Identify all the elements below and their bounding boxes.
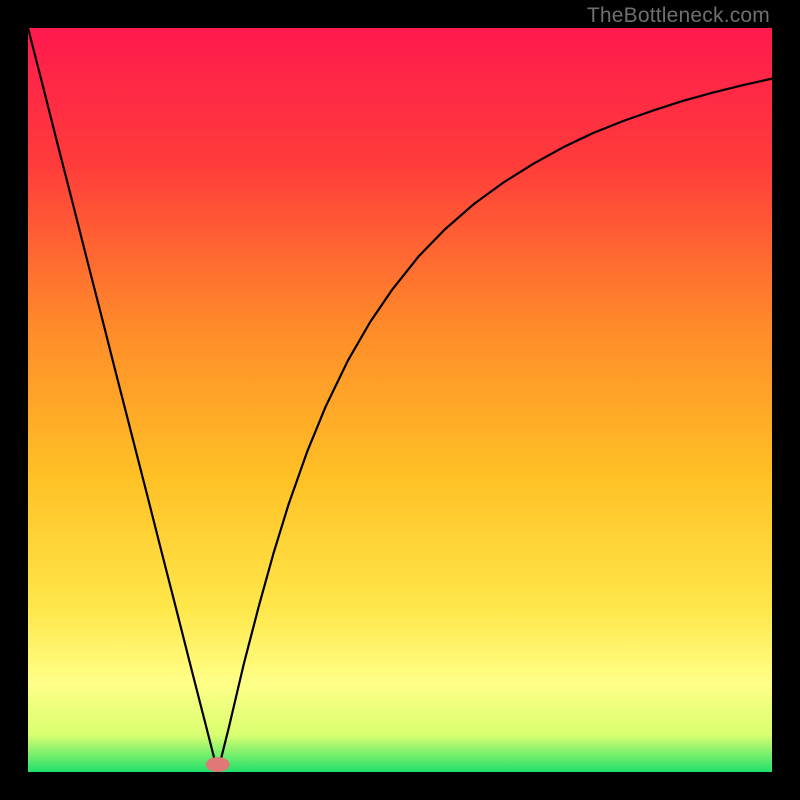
optimal-point-marker xyxy=(206,757,230,772)
gradient-background xyxy=(28,28,772,772)
chart-frame xyxy=(28,28,772,772)
bottleneck-chart xyxy=(28,28,772,772)
watermark-text: TheBottleneck.com xyxy=(587,4,770,28)
